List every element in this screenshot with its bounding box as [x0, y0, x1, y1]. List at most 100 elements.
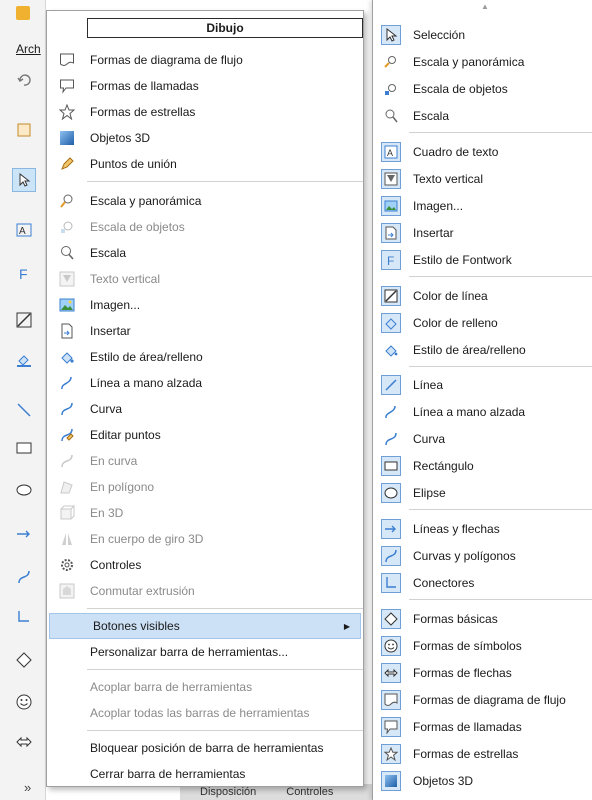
scroll-up-icon[interactable]: ▲	[481, 2, 489, 11]
menu-item-insert[interactable]: Insertar	[47, 318, 363, 344]
curves-polygons-icon	[381, 545, 401, 566]
submenu-item-symbol-shapes[interactable]: Formas de símbolos	[373, 632, 592, 659]
star-shape-icon	[47, 99, 87, 125]
submenu-item-ellipse[interactable]: Elipse	[373, 479, 592, 506]
submenu-item-connectors[interactable]: Conectores	[373, 569, 592, 596]
submenu-item-rectangle[interactable]: Rectángulo	[373, 452, 592, 479]
menu-item-toggle-extrusion[interactable]: Conmutar extrusión	[47, 578, 363, 604]
submenu-item-vertical-text[interactable]: Texto vertical	[373, 165, 592, 192]
menu-item-zoom[interactable]: Escala	[47, 240, 363, 266]
menu-item-customize-toolbar[interactable]: Personalizar barra de herramientas...	[47, 639, 363, 665]
selection-tool-icon[interactable]	[12, 168, 36, 192]
to-curve-icon	[47, 448, 87, 474]
tab-controles[interactable]: Controles	[286, 786, 333, 798]
submenu-item-lines-arrows[interactable]: Líneas y flechas	[373, 515, 592, 542]
menu-item-glue-points[interactable]: Puntos de unión	[47, 151, 363, 177]
menu-item-dock-all-toolbars[interactable]: Acoplar todas las barras de herramientas	[47, 700, 363, 726]
basic-shapes-tool-icon[interactable]	[12, 648, 36, 672]
menu-item-to-curve[interactable]: En curva	[47, 448, 363, 474]
submenu-item-image[interactable]: Imagen...	[373, 192, 592, 219]
submenu-item-insert[interactable]: Insertar	[373, 219, 592, 246]
zoom-object-icon	[47, 214, 87, 240]
star-shape-icon	[381, 743, 401, 764]
menu-item-callout-shapes[interactable]: Formas de llamadas	[47, 73, 363, 99]
submenu-item-curve[interactable]: Curva	[373, 425, 592, 452]
submenu-item-arrow-shapes[interactable]: Formas de flechas	[373, 659, 592, 686]
submenu-item-curves-polygons[interactable]: Curvas y polígonos	[373, 542, 592, 569]
submenu-item-callout-shapes[interactable]: Formas de llamadas	[373, 713, 592, 740]
symbol-shapes-tool-icon[interactable]	[12, 690, 36, 714]
menu-archivo-fragment[interactable]: Arch	[16, 42, 41, 56]
rotation-3d-icon	[47, 526, 87, 552]
menu-item-zoom-pan[interactable]: Escala y panorámica	[47, 188, 363, 214]
controls-gear-icon	[47, 552, 87, 578]
submenu-item-zoom[interactable]: Escala	[373, 102, 592, 129]
menu-item-to-3d[interactable]: En 3D	[47, 500, 363, 526]
submenu-item-area-style[interactable]: Estilo de área/relleno	[373, 336, 592, 363]
rectangle-tool-icon[interactable]	[12, 436, 36, 460]
toolbar-context-menu: Dibujo Formas de diagrama de flujo Forma…	[46, 10, 364, 787]
flowchart-shape-icon	[47, 47, 87, 73]
svg-text:A: A	[387, 148, 393, 158]
menu-item-freeform-line[interactable]: Línea a mano alzada	[47, 370, 363, 396]
menu-item-3d-objects[interactable]: Objetos 3D	[47, 125, 363, 151]
to-polygon-icon	[47, 474, 87, 500]
menu-item-flowchart-shapes[interactable]: Formas de diagrama de flujo	[47, 47, 363, 73]
area-style-icon	[47, 344, 87, 370]
submenu-item-selection[interactable]: Selección	[373, 21, 592, 48]
submenu-item-basic-shapes[interactable]: Formas básicas	[373, 605, 592, 632]
freeform-line-icon	[47, 370, 87, 396]
area-style-icon	[381, 340, 401, 360]
submenu-item-line[interactable]: Línea	[373, 371, 592, 398]
submenu-item-fill-color[interactable]: Color de relleno	[373, 309, 592, 336]
connector-tool-icon[interactable]	[12, 605, 36, 629]
undo-icon[interactable]	[12, 68, 36, 92]
menu-item-visible-buttons[interactable]: Botones visibles ▶	[49, 613, 361, 639]
submenu-item-flowchart-shapes[interactable]: Formas de diagrama de flujo	[373, 686, 592, 713]
svg-text:F: F	[387, 254, 394, 267]
line-color-icon	[381, 285, 401, 306]
diamond-icon	[381, 608, 401, 629]
submenu-item-3d-objects[interactable]: Objetos 3D	[373, 767, 592, 794]
line-tool-icon[interactable]	[12, 398, 36, 422]
text-box-tool-icon[interactable]: A	[12, 218, 36, 242]
fill-color-icon	[381, 312, 401, 333]
menu-item-image[interactable]: Imagen...	[47, 292, 363, 318]
tab-disposicion[interactable]: Disposición	[200, 786, 256, 798]
menu-item-area-style[interactable]: Estilo de área/relleno	[47, 344, 363, 370]
submenu-item-fontwork-style[interactable]: F Estilo de Fontwork	[373, 246, 592, 273]
menu-item-to-polygon[interactable]: En polígono	[47, 474, 363, 500]
menu-item-rotation-3d[interactable]: En cuerpo de giro 3D	[47, 526, 363, 552]
menu-item-curve[interactable]: Curva	[47, 396, 363, 422]
menu-item-lock-toolbar-position[interactable]: Bloquear posición de barra de herramient…	[47, 735, 363, 761]
menu-item-vertical-text[interactable]: Texto vertical	[47, 266, 363, 292]
svg-text:F: F	[19, 266, 28, 282]
svg-text:A: A	[19, 226, 26, 237]
menu-item-zoom-object[interactable]: Escala de objetos	[47, 214, 363, 240]
fill-color-tool-icon[interactable]	[12, 348, 36, 372]
more-tools-icon[interactable]: »	[24, 780, 31, 795]
menu-item-close-toolbar[interactable]: Cerrar barra de herramientas	[47, 761, 363, 787]
menu-item-edit-points[interactable]: Editar puntos	[47, 422, 363, 448]
menu-item-dock-toolbar[interactable]: Acoplar barra de herramientas	[47, 674, 363, 700]
insert-icon	[381, 222, 401, 243]
line-color-tool-icon[interactable]	[12, 308, 36, 332]
submenu-item-text-box[interactable]: A Cuadro de texto	[373, 138, 592, 165]
menu-item-star-shapes[interactable]: Formas de estrellas	[47, 99, 363, 125]
arrow-shapes-tool-icon[interactable]	[12, 730, 36, 754]
text-box-icon: A	[381, 141, 401, 162]
arrow-tool-icon[interactable]	[12, 522, 36, 546]
ellipse-tool-icon[interactable]	[12, 478, 36, 502]
fontwork-tool-icon[interactable]: F	[12, 262, 36, 286]
submenu-item-freeform-line[interactable]: Línea a mano alzada	[373, 398, 592, 425]
magnifier-icon	[47, 240, 87, 266]
submenu-item-zoom-object[interactable]: Escala de objetos	[373, 75, 592, 102]
submenu-item-line-color[interactable]: Color de línea	[373, 282, 592, 309]
curve-icon	[381, 429, 401, 449]
curve-tool-icon[interactable]	[12, 565, 36, 589]
menu-item-controls[interactable]: Controles	[47, 552, 363, 578]
submenu-item-zoom-pan[interactable]: Escala y panorámica	[373, 48, 592, 75]
to-3d-icon	[47, 500, 87, 526]
image-tool-icon[interactable]	[12, 118, 36, 142]
submenu-item-star-shapes[interactable]: Formas de estrellas	[373, 740, 592, 767]
